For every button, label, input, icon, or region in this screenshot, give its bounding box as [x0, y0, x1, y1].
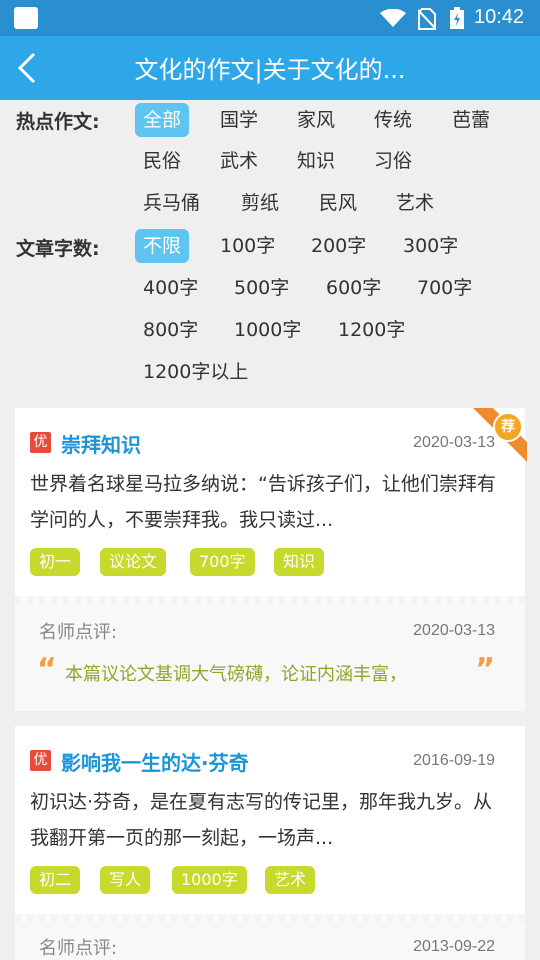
article-tag[interactable]: 1000字 — [172, 866, 247, 894]
article-title[interactable]: 崇拜知识 — [61, 429, 141, 458]
article-tag[interactable]: 议论文 — [100, 548, 167, 576]
word-count-chip[interactable]: 200字 — [303, 229, 374, 263]
article-card[interactable]: 优 影响我一生的达·芬奇 2016-09-19 初识达·芬奇，是在夏有志写的传记… — [15, 726, 525, 960]
teacher-review: 名师点评: 2013-09-22 — [15, 922, 525, 960]
chevron-left-icon[interactable] — [14, 50, 44, 86]
review-text: 本篇议论文基调大气磅礴，论证内涵丰富， — [65, 664, 407, 685]
open-quote-icon: “ — [37, 652, 57, 687]
hot-chip[interactable]: 知识 — [289, 144, 343, 178]
hot-chip[interactable]: 武术 — [212, 144, 266, 178]
word-count-chip[interactable]: 400字 — [135, 271, 206, 305]
word-count-chip[interactable]: 1000字 — [226, 313, 309, 347]
review-label: 名师点评: — [39, 938, 118, 959]
hot-chip[interactable]: 艺术 — [388, 186, 442, 220]
status-bar: 10:42 — [0, 0, 540, 36]
hot-chip[interactable]: 全部 — [135, 103, 190, 137]
recommend-icon: 荐 — [493, 412, 523, 442]
article-tag[interactable]: 知识 — [274, 548, 325, 576]
divider — [15, 596, 525, 604]
wifi-icon — [380, 9, 406, 27]
word-count-chip[interactable]: 800字 — [135, 313, 206, 347]
hot-chip[interactable]: 民风 — [311, 186, 365, 220]
article-tag[interactable]: 艺术 — [265, 866, 316, 894]
close-quote-icon: ” — [475, 652, 495, 687]
hot-chip[interactable]: 兵马俑 — [135, 186, 208, 220]
app-icon — [14, 7, 38, 29]
hot-chip[interactable]: 民俗 — [135, 144, 189, 178]
review-date: 2013-09-22 — [413, 938, 495, 955]
hot-topics-label: 热点作文: — [16, 111, 100, 133]
battery-icon — [450, 7, 464, 29]
word-count-chip[interactable]: 100字 — [212, 229, 283, 263]
hot-chip[interactable]: 传统 — [366, 103, 420, 137]
hot-chip[interactable]: 芭蕾 — [444, 103, 498, 137]
article-tag[interactable]: 初二 — [30, 866, 81, 894]
article-tag[interactable]: 写人 — [100, 866, 151, 894]
hot-chip[interactable]: 习俗 — [366, 144, 420, 178]
status-time: 10:42 — [474, 6, 525, 28]
word-count-chip[interactable]: 不限 — [135, 229, 190, 263]
excellent-badge: 优 — [30, 750, 51, 771]
article-tag[interactable]: 初一 — [30, 548, 81, 576]
word-count-chip[interactable]: 1200字以上 — [135, 355, 256, 389]
article-card[interactable]: 优 崇拜知识 2020-03-13 荐 世界着名球星马拉多纳说：“告诉孩子们，让… — [15, 408, 527, 711]
review-label: 名师点评: — [39, 622, 118, 643]
word-count-chip[interactable]: 500字 — [226, 271, 297, 305]
word-count-label: 文章字数: — [16, 238, 100, 260]
hot-chip[interactable]: 国学 — [212, 103, 266, 137]
filter-panel: 热点作文: 全部 国学 家风 传统 芭蕾 民俗 武术 知识 习俗 兵马俑 剪纸 … — [0, 100, 540, 398]
word-count-chip[interactable]: 300字 — [395, 229, 466, 263]
article-excerpt: 世界着名球星马拉多纳说：“告诉孩子们，让他们崇拜有学问的人，不要崇拜我。我只读过… — [30, 473, 496, 531]
article-date: 2016-09-19 — [413, 752, 495, 769]
nav-bar: 文化的作文|关于文化的... — [0, 36, 540, 100]
article-title[interactable]: 影响我一生的达·芬奇 — [61, 747, 249, 776]
word-count-chip[interactable]: 700字 — [409, 271, 480, 305]
excellent-badge: 优 — [30, 432, 51, 453]
hot-chip[interactable]: 家风 — [289, 103, 343, 137]
word-count-chip[interactable]: 600字 — [318, 271, 389, 305]
no-sim-icon — [418, 8, 436, 30]
word-count-chip[interactable]: 1200字 — [330, 313, 413, 347]
page-title: 文化的作文|关于文化的... — [134, 56, 406, 84]
article-tag[interactable]: 700字 — [190, 548, 255, 576]
teacher-review: 名师点评: 2020-03-13 “ 本篇议论文基调大气磅礴，论证内涵丰富， ” — [15, 604, 525, 711]
divider — [15, 914, 525, 922]
hot-chip[interactable]: 剪纸 — [233, 186, 287, 220]
review-date: 2020-03-13 — [413, 622, 495, 639]
recommend-ribbon: 荐 — [469, 408, 527, 466]
article-excerpt: 初识达·芬奇，是在夏有志写的传记里，那年我九岁。从我翻开第一页的那一刻起，一场声… — [30, 791, 493, 849]
